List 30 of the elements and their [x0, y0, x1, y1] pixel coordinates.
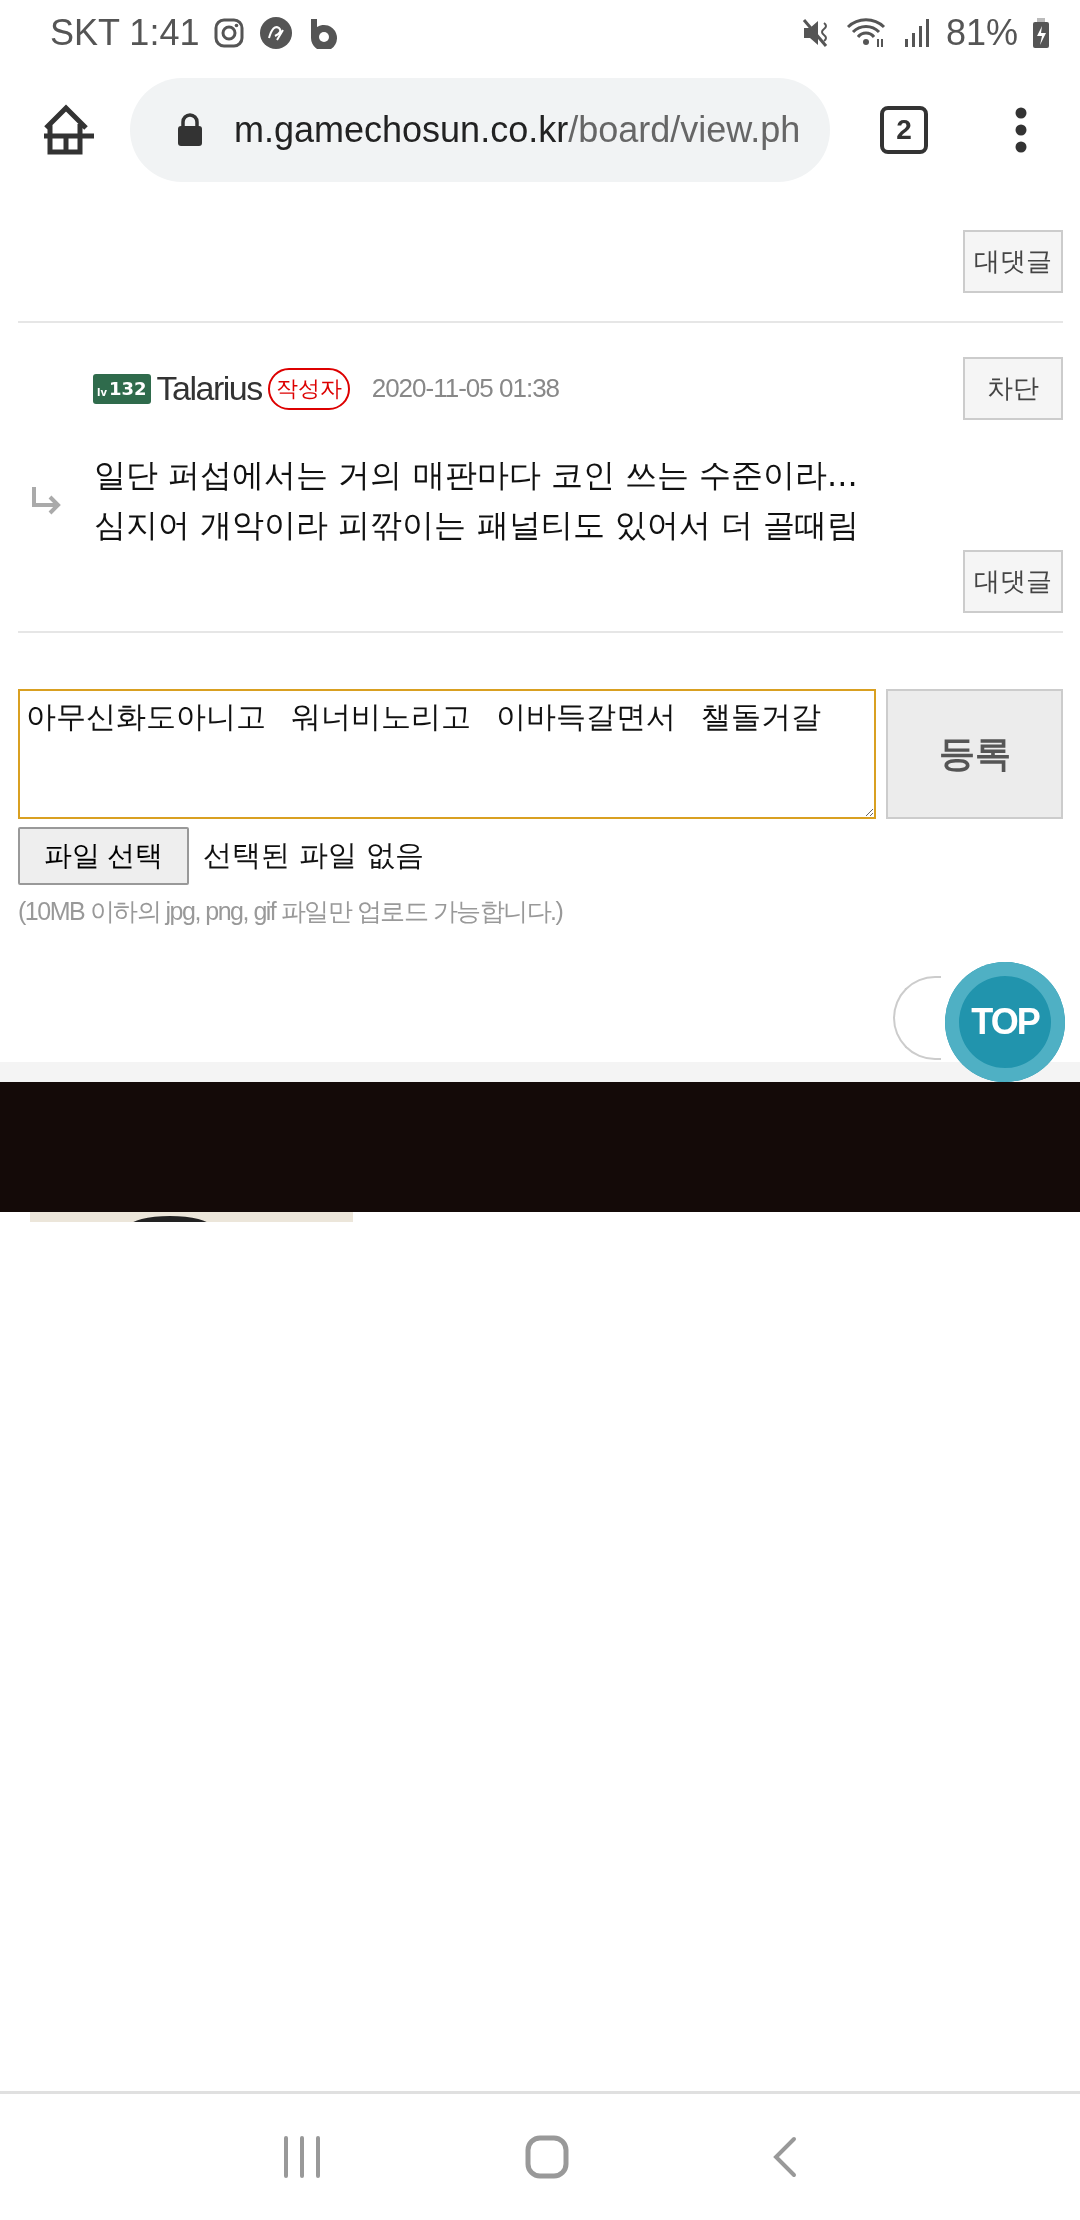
home-nav-icon[interactable] — [525, 2135, 569, 2179]
instagram-icon — [213, 17, 246, 49]
reply-arrow-icon — [30, 485, 62, 515]
reply-button[interactable]: 대댓글 — [963, 550, 1063, 613]
signal-icon — [903, 17, 932, 49]
submit-button[interactable]: 등록 — [886, 689, 1063, 819]
upload-hint: (10MB 이하의 jpg, png, gif 파일만 업로드 가능합니다.) — [18, 896, 564, 927]
lock-icon — [176, 112, 204, 148]
url-text: m.gamechosun.co.kr/board/view.ph — [234, 109, 801, 151]
reply-button[interactable]: 대댓글 — [963, 230, 1063, 293]
block-button[interactable]: 차단 — [963, 357, 1063, 420]
battery-icon — [1032, 17, 1050, 49]
back-icon[interactable] — [772, 2136, 799, 2178]
level-badge: lv 132 — [93, 373, 151, 404]
battery-percent: 81% — [945, 12, 1018, 54]
comment-text: 일단 퍼섭에서는 거의 매판마다 코인 쓰는 수준이라... — [94, 455, 859, 496]
file-status: 선택된 파일 없음 — [203, 837, 425, 874]
more-icon[interactable] — [1014, 107, 1028, 153]
recent-apps-icon[interactable] — [281, 2136, 322, 2178]
author-badge: 작성자 — [267, 367, 350, 410]
comment-date: 2020-11-05 01:38 — [371, 373, 560, 404]
seal-icon — [259, 16, 294, 50]
comment-input[interactable]: 아무신화도아니고 워너비노리고 이바득갈면서 챌돌거갈 — [18, 689, 876, 819]
carrier-time: SKT 1:41 — [50, 12, 200, 54]
top-button[interactable]: TOP — [945, 962, 1065, 1082]
author-name: Talarius — [156, 369, 262, 408]
tab-count-button[interactable]: 2 — [880, 106, 928, 154]
address-bar[interactable]: m.gamechosun.co.kr/board/view.ph — [130, 78, 830, 182]
comment-text: 심지어 개악이라 피깎이는 패널티도 있어서 더 골때림 — [94, 505, 860, 546]
file-choose-button[interactable]: 파일 선택 — [18, 827, 189, 885]
